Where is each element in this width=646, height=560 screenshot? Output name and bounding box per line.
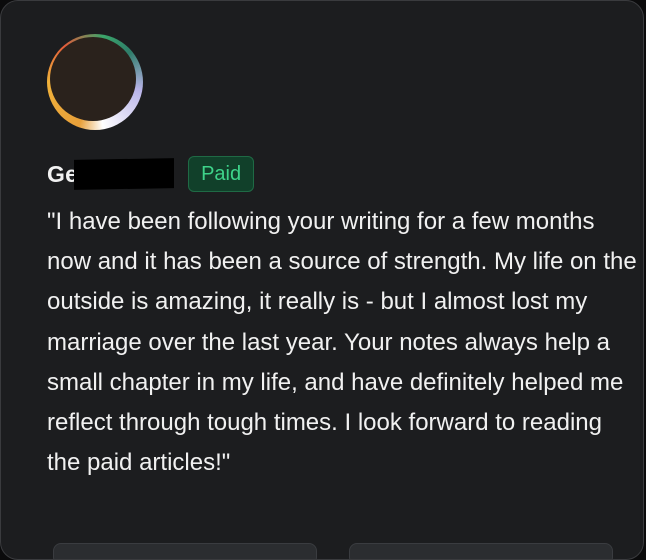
comment-text: "I have been following your writing for … bbox=[47, 208, 637, 477]
author-row: Ge Paid bbox=[47, 154, 255, 194]
testimonial-card: Ge Paid "I have been following your writ… bbox=[0, 0, 644, 560]
avatar[interactable] bbox=[47, 34, 143, 130]
avatar-image bbox=[50, 37, 136, 121]
redaction-bar bbox=[74, 158, 175, 190]
paid-badge: Paid bbox=[188, 156, 255, 192]
